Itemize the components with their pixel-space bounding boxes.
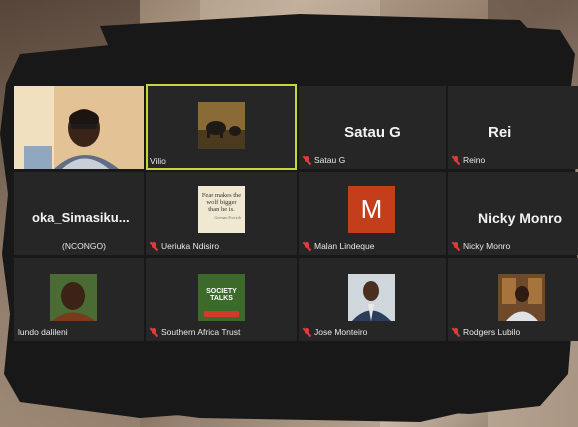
- logo-text: SOCIETY: [206, 288, 237, 295]
- participant-display-name: Rei: [488, 124, 512, 141]
- quote-image: Fear makes the wolf bigger than he is. G…: [198, 186, 245, 233]
- participant-name: Ueriuka Ndisiro: [149, 240, 219, 252]
- mic-off-icon: [302, 241, 311, 251]
- avatar-initial: M: [348, 186, 395, 233]
- participant-tile-selected[interactable]: Vilio: [146, 84, 297, 170]
- participant-tile[interactable]: Nicky Monro Nicky Monro: [448, 172, 578, 255]
- mic-off-icon: [451, 241, 460, 251]
- profile-picture: [498, 274, 545, 321]
- participant-name: Nicky Monro: [451, 240, 510, 252]
- participant-tile[interactable]: Fear makes the wolf bigger than he is. G…: [146, 172, 297, 255]
- profile-picture: [198, 102, 245, 149]
- participant-display-name: oka_Simasiku...: [32, 210, 130, 225]
- participant-display-name: Satau G: [344, 124, 401, 141]
- participant-tile[interactable]: Satau G Satau G: [299, 86, 446, 169]
- participant-name: Vilio: [150, 156, 166, 166]
- quote-text: Fear makes the wolf bigger than he is.: [201, 192, 242, 214]
- participant-name: Rodgers Lubilo: [451, 326, 520, 338]
- participant-name: Southern Africa Trust: [149, 326, 240, 338]
- participant-name: Jose Monteiro: [302, 326, 367, 338]
- participant-tile[interactable]: Rei Reino: [448, 86, 578, 169]
- society-talks-logo: SOCIETY TALKS: [198, 274, 245, 321]
- participant-tile[interactable]: Rodgers Lubilo: [448, 258, 578, 341]
- participant-name: Satau G: [302, 154, 345, 166]
- logo-text: TALKS: [210, 295, 233, 303]
- mic-off-icon: [302, 327, 311, 337]
- participant-tile[interactable]: lundo dalileni: [14, 258, 144, 341]
- participant-tile[interactable]: M Malan Lindeque: [299, 172, 446, 255]
- mic-off-icon: [149, 327, 158, 337]
- participant-name: Malan Lindeque: [302, 240, 375, 252]
- participant-name: (NCONGO): [62, 241, 106, 251]
- participant-display-name: Nicky Monro: [478, 210, 563, 226]
- quote-author: German Proverb: [214, 215, 241, 221]
- participant-tile[interactable]: Jose Monteiro: [299, 258, 446, 341]
- participant-name: Reino: [451, 154, 485, 166]
- mic-off-icon: [451, 155, 460, 165]
- participant-name: lundo dalileni: [18, 327, 68, 337]
- mic-off-icon: [149, 241, 158, 251]
- participant-video: [14, 86, 144, 169]
- participant-tile[interactable]: [14, 86, 144, 169]
- mic-off-icon: [302, 155, 311, 165]
- participant-tile[interactable]: oka_Simasiku... (NCONGO): [14, 172, 144, 255]
- profile-picture: [50, 274, 97, 321]
- participant-tile[interactable]: SOCIETY TALKS Southern Africa Trust: [146, 258, 297, 341]
- profile-picture: [348, 274, 395, 321]
- mic-off-icon: [451, 327, 460, 337]
- participant-grid: Vilio Satau G Satau G Rei Reino oka_Sima…: [0, 0, 578, 427]
